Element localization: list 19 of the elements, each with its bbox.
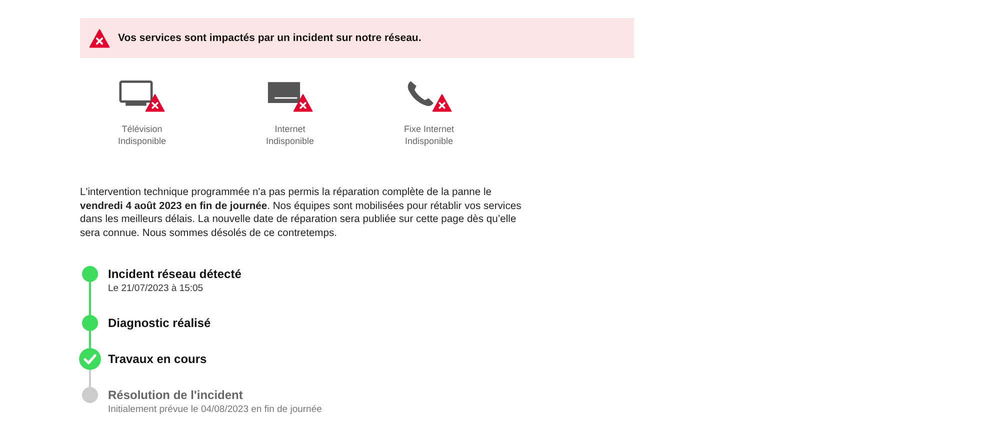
step-title: Travaux en cours bbox=[108, 351, 207, 368]
error-icon bbox=[145, 94, 165, 112]
error-icon bbox=[293, 94, 313, 112]
service-status: Indisponible bbox=[118, 135, 166, 147]
error-icon bbox=[89, 28, 110, 48]
service-status: Indisponible bbox=[266, 135, 314, 147]
incident-message: L'intervention technique programmée n'a pas permis la réparation complète de la panne le vendredi 4 août 2023 en fin de journée. Nos équipes sont mobilisées pour rétablir vos services dans les meilleurs délais. La nouvelle date de réparation sera publiée sur cette page dès qu’elle sera connue. Nous sommes désolés de ce contretemps. bbox=[80, 186, 522, 240]
alert-message: Vos services sont impactés par un incident sur notre réseau. bbox=[118, 32, 422, 44]
step-title: Incident réseau détecté bbox=[108, 266, 242, 282]
service-name: Fixe Internet bbox=[404, 123, 454, 135]
service-name: Télévision bbox=[122, 123, 162, 135]
step-detail: Initialement prévue le 04/08/2023 en fin de journée bbox=[108, 403, 322, 416]
step-detail: Le 21/07/2023 à 15:05 bbox=[108, 282, 204, 296]
tv-icon bbox=[119, 80, 153, 107]
service-name: Internet bbox=[274, 123, 306, 135]
service-status: Indisponible bbox=[404, 135, 454, 147]
error-icon bbox=[432, 94, 452, 112]
step-title: Diagnostic réalisé bbox=[108, 315, 211, 332]
step-title: Résolution de l'incident bbox=[108, 387, 244, 404]
